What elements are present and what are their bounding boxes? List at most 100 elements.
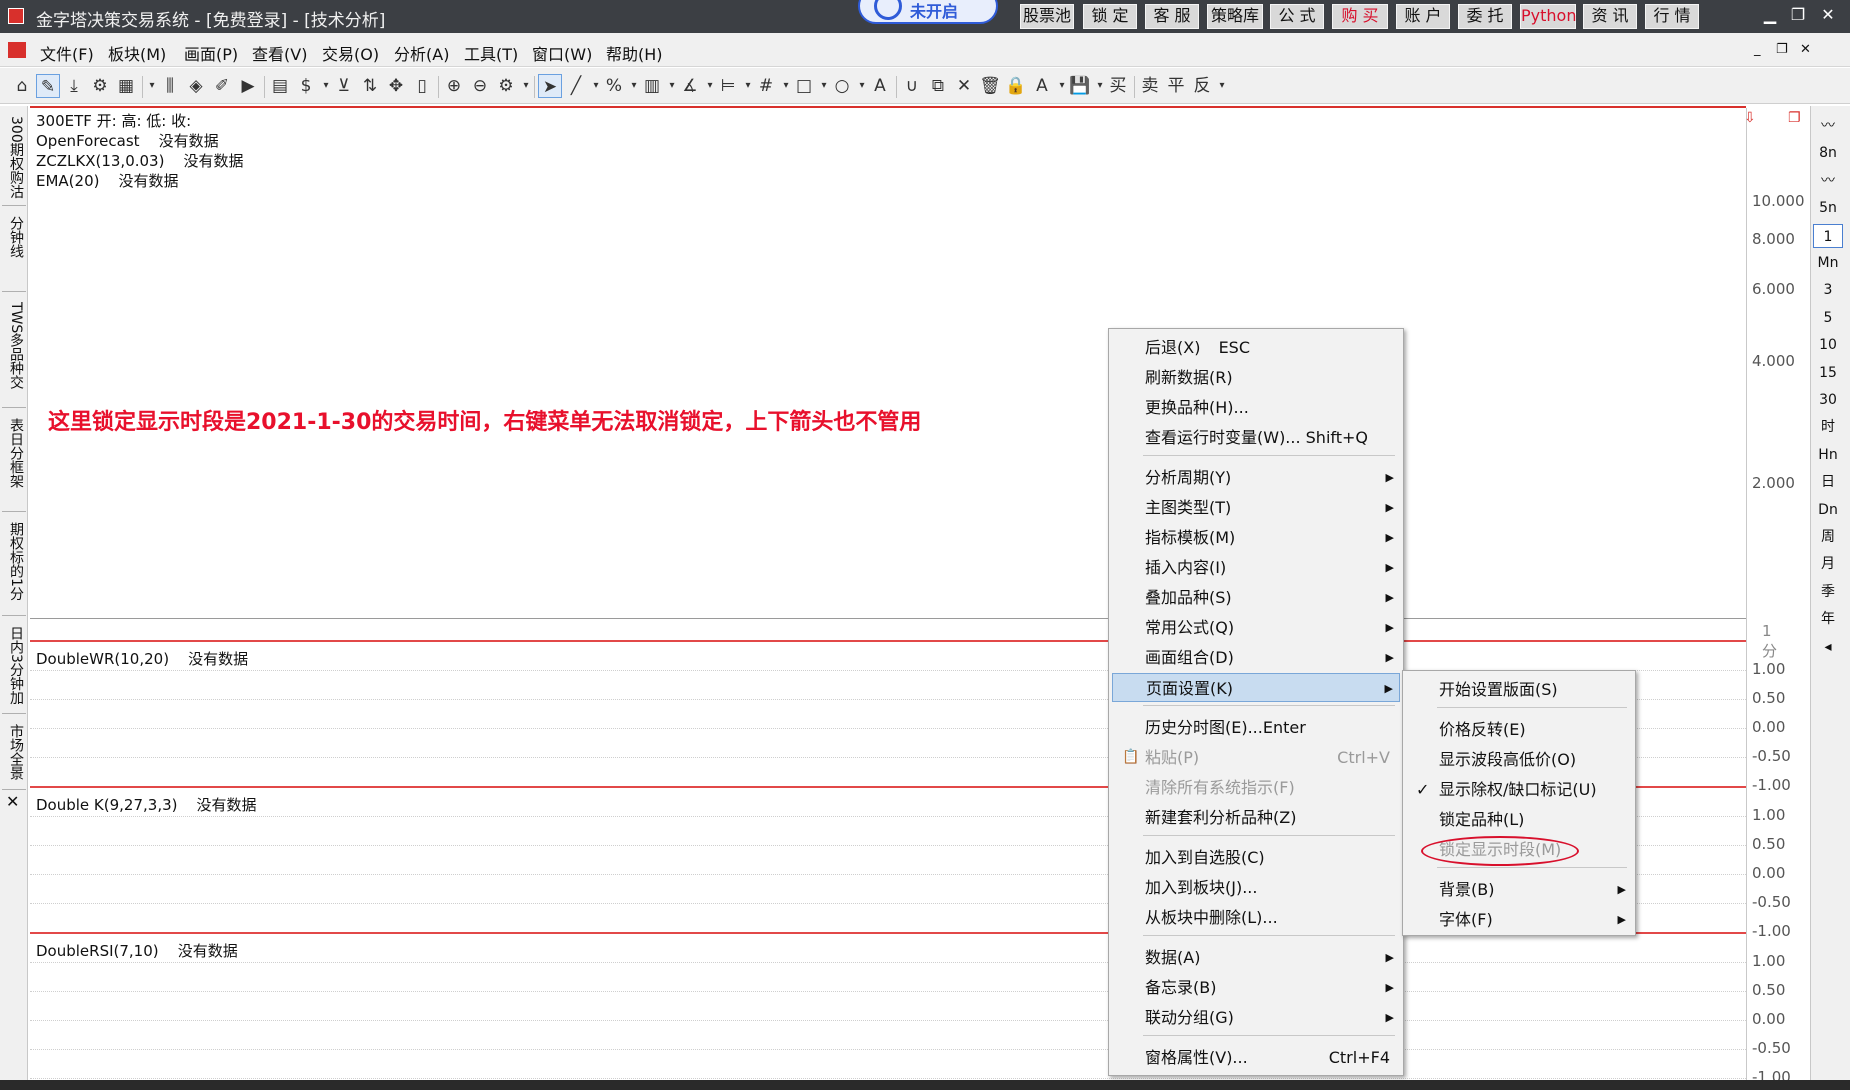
dropdown-arrow-icon[interactable]: ▾ — [520, 74, 532, 98]
dropdown-arrow-icon[interactable]: ▾ — [320, 74, 332, 98]
toolbar-tool-icon[interactable]: ⌂ — [10, 74, 34, 98]
period-button[interactable]: 时 — [1813, 415, 1843, 439]
period-button[interactable]: 周 — [1813, 525, 1843, 549]
context-menu-item[interactable]: 显示波段高低价(O) — [1406, 745, 1632, 774]
period-button[interactable]: 8n — [1813, 141, 1843, 165]
dropdown-arrow-icon[interactable]: ▾ — [780, 74, 792, 98]
menu-item[interactable]: 板块(M) — [108, 41, 166, 65]
toolbar-tool-icon[interactable]: ⚙ — [494, 74, 518, 98]
context-menu-item[interactable]: 背景(B) ▶ — [1406, 875, 1632, 904]
period-button[interactable]: ◂ — [1813, 635, 1843, 659]
toolbar-tool-icon[interactable]: ▥ — [640, 74, 664, 98]
layout-tab[interactable]: 分钟线 — [2, 212, 26, 292]
toolbar-tool-icon[interactable]: ▤ — [268, 74, 292, 98]
period-button[interactable]: 3 — [1813, 278, 1843, 302]
top-button[interactable]: 策略库 — [1207, 4, 1263, 29]
mdi-minimize-button[interactable]: _ — [1754, 42, 1761, 57]
context-menu-item[interactable]: 常用公式(Q) ▶ — [1112, 613, 1400, 642]
context-menu-item[interactable]: 联动分组(G) ▶ — [1112, 1003, 1400, 1032]
minimize-button[interactable]: ▁ — [1756, 3, 1784, 29]
context-menu-item[interactable]: 主图类型(T) ▶ — [1112, 493, 1400, 522]
context-menu-item[interactable]: 刷新数据(R) — [1112, 363, 1400, 392]
period-button[interactable]: 日 — [1813, 470, 1843, 494]
toolbar-tool-icon[interactable]: ◈ — [184, 74, 208, 98]
context-menu-item[interactable]: 历史分时图(E)...Enter — [1112, 713, 1400, 742]
close-window-button[interactable]: ✕ — [1814, 3, 1842, 29]
context-menu-item[interactable]: 分析周期(Y) ▶ — [1112, 463, 1400, 492]
period-button[interactable]: 30 — [1813, 388, 1843, 412]
toolbar-tool-icon[interactable]: ⫼ — [158, 74, 182, 98]
menu-item[interactable]: 交易(O) — [322, 41, 379, 65]
layout-tab[interactable]: 表日分框架 — [2, 414, 26, 512]
dropdown-arrow-icon[interactable]: ▾ — [704, 74, 716, 98]
window-restore-icon[interactable]: ❐ — [1788, 110, 1801, 126]
toolbar-tool-icon[interactable]: □ — [792, 74, 816, 98]
toolbar-tool-icon[interactable]: ▶ — [236, 74, 260, 98]
top-button[interactable]: 委 托 — [1458, 4, 1512, 29]
context-menu-item[interactable]: ✓ 显示除权/缺口标记(U) — [1406, 775, 1632, 804]
dropdown-arrow-icon[interactable]: ▾ — [628, 74, 640, 98]
layout-tab[interactable]: 日内3分钟加 — [2, 622, 26, 714]
context-menu-item[interactable]: 指标模板(M) ▶ — [1112, 523, 1400, 552]
dropdown-arrow-icon[interactable]: ▾ — [1056, 74, 1068, 98]
period-button[interactable]: 5n — [1813, 196, 1843, 220]
context-menu-item[interactable]: 新建套利分析品种(Z) — [1112, 803, 1400, 832]
layout-tab[interactable]: 市场全景 — [2, 720, 26, 790]
account-avatar[interactable]: 未开启 — [858, 0, 998, 24]
toolbar-tool-icon[interactable]: 🗑 — [978, 74, 1002, 98]
toolbar-tool-icon[interactable]: ╱ — [564, 74, 588, 98]
period-button[interactable]: Dn — [1813, 498, 1843, 522]
toolbar-tool-icon[interactable]: 反 — [1190, 74, 1214, 98]
top-button[interactable]: 购 买 — [1332, 4, 1388, 29]
top-button[interactable]: 资 讯 — [1583, 4, 1637, 29]
toolbar-tool-icon[interactable]: ⊨ — [716, 74, 740, 98]
context-menu-item[interactable]: 窗格属性(V)... Ctrl+F4 — [1112, 1043, 1400, 1072]
dropdown-arrow-icon[interactable]: ▾ — [818, 74, 830, 98]
period-button[interactable]: 月 — [1813, 552, 1843, 576]
toolbar-tool-icon[interactable]: 卖 — [1138, 74, 1162, 98]
dropdown-arrow-icon[interactable]: ▾ — [590, 74, 602, 98]
context-menu-item[interactable]: 加入到板块(J)... — [1112, 873, 1400, 902]
context-menu-item[interactable]: 加入到自选股(C) — [1112, 843, 1400, 872]
toolbar-tool-icon[interactable]: ⧉ — [926, 74, 950, 98]
toolbar-tool-icon[interactable]: $ — [294, 74, 318, 98]
mdi-close-button[interactable]: ✕ — [1800, 42, 1811, 57]
period-button[interactable]: 5 — [1813, 306, 1843, 330]
toolbar-tool-icon[interactable]: A — [868, 74, 892, 98]
period-button[interactable]: 10 — [1813, 333, 1843, 357]
top-button[interactable]: 股票池 — [1020, 4, 1074, 29]
toolbar-tool-icon[interactable]: % — [602, 74, 626, 98]
toolbar-tool-icon[interactable]: ▯ — [410, 74, 434, 98]
context-menu-item[interactable]: 画面组合(D) ▶ — [1112, 643, 1400, 672]
context-menu-item[interactable]: 从板块中删除(L)... — [1112, 903, 1400, 932]
mdi-restore-button[interactable]: ❐ — [1776, 42, 1788, 57]
menu-item[interactable]: 窗口(W) — [532, 41, 592, 65]
context-menu-item[interactable]: 叠加品种(S) ▶ — [1112, 583, 1400, 612]
layout-tab[interactable]: 300期权购沽 — [2, 112, 26, 206]
context-menu-item[interactable]: 后退(X) ESC — [1112, 333, 1400, 362]
top-button[interactable]: 账 户 — [1396, 4, 1450, 29]
context-menu-item[interactable]: 页面设置(K) ▶ — [1112, 673, 1400, 702]
dropdown-arrow-icon[interactable]: ▾ — [856, 74, 868, 98]
toolbar-tool-icon[interactable]: # — [754, 74, 778, 98]
menu-item[interactable]: 工具(T) — [464, 41, 518, 65]
toolbar-tool-icon[interactable]: A — [1030, 74, 1054, 98]
toolbar-tool-icon[interactable]: ✥ — [384, 74, 408, 98]
period-button[interactable]: Mn — [1813, 251, 1843, 275]
dropdown-arrow-icon[interactable]: ▾ — [1094, 74, 1106, 98]
context-menu-item[interactable]: 字体(F) ▶ — [1406, 905, 1632, 934]
top-button[interactable]: 公 式 — [1270, 4, 1324, 29]
menu-item[interactable]: 帮助(H) — [606, 41, 663, 65]
context-menu-item[interactable]: 更换品种(H)... — [1112, 393, 1400, 422]
context-menu-item[interactable]: 数据(A) ▶ — [1112, 943, 1400, 972]
layout-tab[interactable]: TWS多品种交 — [2, 298, 26, 408]
toolbar-tool-icon[interactable]: ⚙ — [88, 74, 112, 98]
period-button[interactable]: 季 — [1813, 580, 1843, 604]
toolbar-tool-icon[interactable]: ⇅ — [358, 74, 382, 98]
toolbar-tool-icon[interactable]: ✕ — [952, 74, 976, 98]
toolbar-tool-icon[interactable]: 💾 — [1068, 74, 1092, 98]
toolbar-tool-icon[interactable]: ∪ — [900, 74, 924, 98]
toolbar-tool-icon[interactable]: 买 — [1106, 74, 1130, 98]
toolbar-tool-icon[interactable]: ⊖ — [468, 74, 492, 98]
toolbar-tool-icon[interactable]: ▦ — [114, 74, 138, 98]
